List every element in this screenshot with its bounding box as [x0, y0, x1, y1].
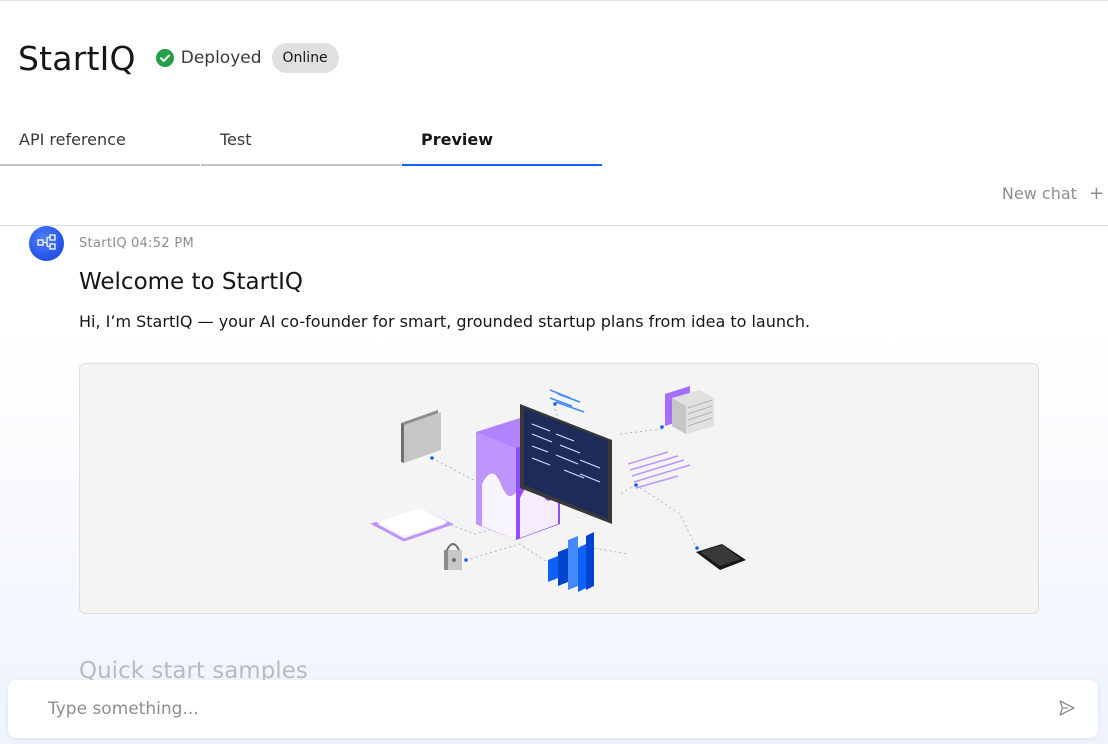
plus-icon: + — [1088, 182, 1104, 204]
page-title: StartIQ — [18, 38, 136, 78]
message-sender: StartIQ — [79, 236, 127, 251]
chat-toolbar: New chat + — [0, 166, 1108, 226]
new-chat-label: New chat — [1001, 184, 1077, 203]
page-header: StartIQ Deployed Online — [18, 36, 339, 80]
isometric-tech-illustration — [370, 386, 746, 592]
tab-test[interactable]: Test — [201, 118, 401, 166]
status-label: Deployed — [180, 48, 262, 68]
checkmark-circle-icon — [155, 49, 174, 67]
tab-preview[interactable]: Preview — [402, 118, 602, 166]
flow-diagram-icon — [36, 233, 57, 254]
welcome-title: Welcome to StartIQ — [79, 269, 303, 295]
send-icon[interactable] — [1058, 699, 1078, 719]
new-chat-button[interactable]: New chat + — [1002, 184, 1104, 203]
welcome-text: Hi, I’m StartIQ — your AI co-founder for… — [79, 312, 811, 331]
top-divider — [0, 0, 1108, 1]
tab-api-reference[interactable]: API reference — [0, 118, 200, 166]
tab-bar: API reference Test Preview — [0, 118, 602, 166]
message-time: 04:52 PM — [130, 236, 194, 251]
chat-input-bar — [8, 680, 1098, 738]
assistant-avatar — [29, 226, 64, 261]
deploy-status: Deployed — [155, 48, 262, 68]
chat-input[interactable] — [48, 699, 1008, 719]
hero-illustration-card — [79, 363, 1039, 614]
message-meta: StartIQ 04:52 PM — [79, 236, 194, 251]
status-badge: Online — [271, 43, 339, 73]
chat-area: StartIQ 04:52 PM Welcome to StartIQ Hi, I… — [0, 226, 1108, 744]
